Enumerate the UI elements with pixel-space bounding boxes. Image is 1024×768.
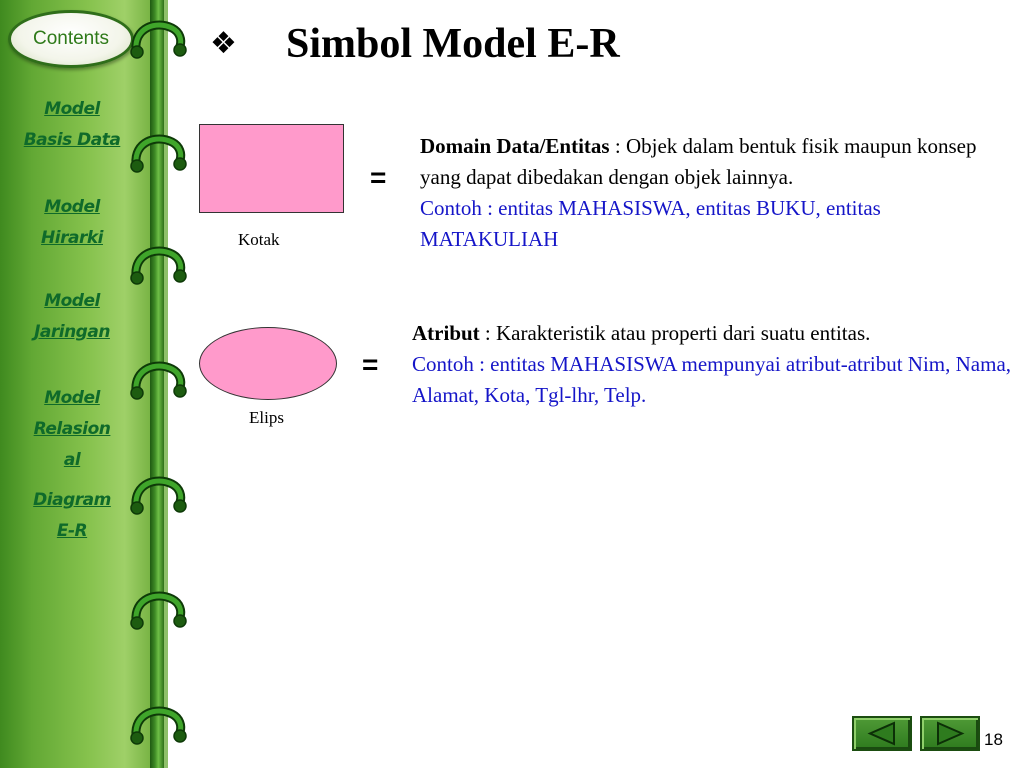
binder-ring-icon bbox=[128, 470, 190, 520]
nav-link-diagram-er[interactable]: Diagram E-R bbox=[6, 485, 138, 547]
contents-button[interactable]: Contents bbox=[8, 10, 134, 68]
binder-ring-icon bbox=[128, 585, 190, 635]
equals-sign: = bbox=[370, 162, 387, 193]
nav-link-model-jaringan[interactable]: Model Jaringan bbox=[6, 286, 138, 348]
attribute-ellipse-symbol bbox=[199, 327, 337, 400]
ellipse-label: Elips bbox=[249, 408, 284, 427]
page-number: 18 bbox=[984, 730, 1003, 749]
binder-ring-icon bbox=[128, 355, 190, 405]
contents-label: Contents bbox=[32, 28, 110, 49]
entity-rectangle-symbol bbox=[199, 124, 344, 213]
attribute-example: Contoh : entitas MAHASISWA mempunyai atr… bbox=[412, 352, 1012, 407]
rectangle-label: Kotak bbox=[238, 230, 280, 249]
prev-arrow-icon bbox=[867, 721, 895, 746]
attribute-definition: : Karakteristik atau properti dari suatu… bbox=[479, 321, 871, 345]
next-slide-button[interactable] bbox=[920, 716, 980, 751]
binder-ring-icon bbox=[128, 240, 190, 290]
entity-example: Contoh : entitas MAHASISWA, entitas BUKU… bbox=[420, 196, 881, 251]
previous-slide-button[interactable] bbox=[852, 716, 912, 751]
binder-ring-icon bbox=[128, 14, 190, 64]
nav-link-model-relasional[interactable]: Model Relasion al bbox=[6, 383, 138, 476]
nav-link-model-hirarki[interactable]: Model Hirarki bbox=[6, 192, 138, 254]
binder-ring-icon bbox=[128, 700, 190, 750]
attribute-term: Atribut bbox=[412, 321, 480, 345]
nav-link-model-basis-data[interactable]: Model Basis Data bbox=[6, 94, 138, 156]
equals-sign: = bbox=[362, 349, 379, 380]
entity-description: Domain Data/Entitas : Objek dalam bentuk… bbox=[420, 131, 995, 255]
slide-title: Simbol Model E-R bbox=[286, 21, 620, 67]
binder-ring-icon bbox=[128, 128, 190, 178]
attribute-description: Atribut : Karakteristik atau properti da… bbox=[412, 318, 1017, 411]
entity-term: Domain Data/Entitas bbox=[420, 134, 610, 158]
diamond-bullet-icon: ❖ bbox=[210, 26, 237, 61]
next-arrow-icon bbox=[937, 721, 965, 746]
